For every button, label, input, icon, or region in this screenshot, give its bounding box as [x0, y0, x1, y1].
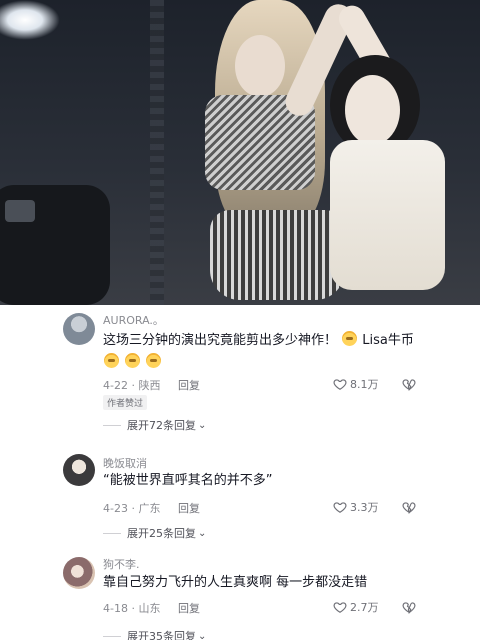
stage-light [0, 0, 60, 40]
broken-heart-icon[interactable] [402, 500, 416, 514]
comment-text-main: 这场三分钟的演出究竟能剪出多少神作！ [103, 333, 338, 348]
comment-location: 陕西 [138, 379, 161, 392]
avatar[interactable] [63, 313, 95, 345]
like-count: 2.7万 [350, 601, 379, 614]
expand-divider [103, 532, 121, 534]
reply-button[interactable]: 回复 [178, 602, 200, 615]
heart-outline-icon [333, 602, 347, 613]
heart-outline-icon [333, 379, 347, 390]
expand-replies-button[interactable]: 展开72条回复 ⌄ [103, 417, 206, 433]
comment-text: 靠自己努力飞升的人生真爽啊 每一步都没走错 [103, 575, 368, 590]
emoji-icon [146, 353, 162, 368]
comment-meta: 4-18 · 山东 回复 [103, 600, 200, 616]
comment-text-tail: Lisa牛币 [362, 333, 414, 348]
dot-separator: · [131, 502, 135, 515]
comment-meta: 4-22 · 陕西 回复 [103, 377, 200, 393]
camera-lens [5, 200, 35, 222]
broken-heart-icon[interactable] [402, 600, 416, 614]
expand-replies-label: 展开35条回复 [127, 630, 196, 640]
comment-date: 4-18 [103, 602, 128, 615]
dot-separator: · [131, 379, 135, 392]
like-button[interactable]: 3.3万 [333, 499, 379, 515]
comment-username[interactable]: 狗不李. [103, 556, 140, 572]
comment-meta: 4-23 · 广东 回复 [103, 500, 200, 516]
avatar[interactable] [63, 454, 95, 486]
broken-heart-icon[interactable] [402, 377, 416, 391]
chevron-down-icon: ⌄ [198, 630, 207, 640]
comment-location: 山东 [138, 602, 161, 615]
dancer-right-face [345, 75, 400, 145]
comment-location: 广东 [138, 502, 161, 515]
author-liked-badge: 作者赞过 [103, 395, 148, 410]
emoji-icon [104, 353, 119, 368]
emoji-icon [125, 353, 141, 368]
like-count: 8.1万 [350, 378, 379, 391]
expand-replies-label: 展开25条回复 [127, 527, 196, 540]
expand-divider [103, 635, 121, 637]
comment-date: 4-23 [103, 502, 128, 515]
dancer-left-outfit-skirt [210, 210, 345, 300]
expand-divider [103, 424, 121, 426]
expand-replies-button[interactable]: 展开35条回复 ⌄ [103, 628, 206, 640]
avatar[interactable] [63, 557, 95, 589]
video-frame[interactable] [0, 0, 480, 305]
comment-list: AURORA.。 这场三分钟的演出究竟能剪出多少神作！ Lisa牛币 4-22 … [0, 305, 480, 640]
like-button[interactable]: 2.7万 [333, 599, 379, 615]
comment-username[interactable]: AURORA.。 [103, 312, 164, 328]
dot-separator: · [131, 602, 135, 615]
emoji-icon [342, 331, 358, 346]
stage-truss [150, 0, 164, 305]
chevron-down-icon: ⌄ [198, 527, 207, 539]
heart-outline-icon [333, 502, 347, 513]
dancer-left-face [235, 35, 285, 97]
reply-button[interactable]: 回复 [178, 502, 200, 515]
comment-date: 4-22 [103, 379, 128, 392]
like-count: 3.3万 [350, 501, 379, 514]
reply-button[interactable]: 回复 [178, 379, 200, 392]
expand-replies-button[interactable]: 展开25条回复 ⌄ [103, 525, 206, 541]
comment-text: “能被世界直呼其名的并不多” [103, 473, 273, 488]
comment-text: 这场三分钟的演出究竟能剪出多少神作！ Lisa牛币 [103, 330, 423, 374]
expand-replies-label: 展开72条回复 [127, 419, 196, 432]
dancer-right-outfit [330, 140, 445, 290]
comment-username[interactable]: 晚饭取消 [103, 455, 147, 471]
chevron-down-icon: ⌄ [198, 419, 207, 431]
like-button[interactable]: 8.1万 [333, 376, 379, 392]
